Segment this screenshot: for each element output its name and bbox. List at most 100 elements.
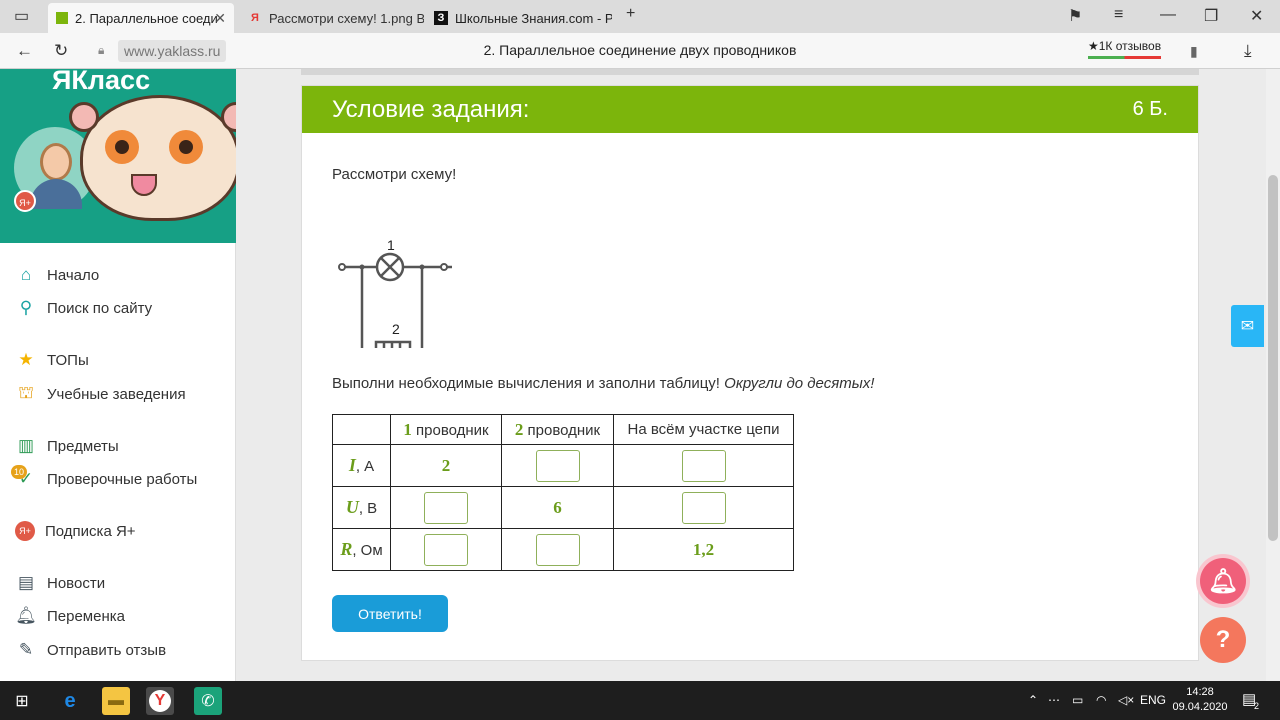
scrollbar-thumb[interactable] <box>1268 175 1278 541</box>
news-icon: ▤ <box>17 573 35 592</box>
task-prompt: Рассмотри схему! <box>332 166 457 183</box>
input-cell <box>390 486 502 529</box>
junction-left-icon <box>359 264 365 270</box>
sidebar-toggle-icon[interactable]: ▭ <box>14 6 29 26</box>
school-icon: ⛫ <box>18 383 34 402</box>
table-header-conductor-2: 2 проводник <box>501 414 614 445</box>
language-indicator[interactable]: ENG <box>1140 693 1166 707</box>
menu-icon[interactable]: ≡ <box>1114 6 1123 24</box>
input-cell <box>501 444 614 487</box>
help-icon[interactable]: ? <box>1200 617 1246 663</box>
close-tab-icon[interactable]: ✕ <box>214 10 226 27</box>
restore-icon[interactable]: ❐ <box>1204 6 1218 26</box>
current-2-input[interactable] <box>535 449 580 482</box>
sidebar-item-subjects[interactable]: ▥ Предметы <box>15 434 119 458</box>
hamster-eye-icon <box>105 130 139 164</box>
table-header-conductor-1: 1 проводник <box>390 414 502 445</box>
sidebar-item-tests[interactable]: ✓ Проверочные работы <box>15 467 197 491</box>
tab-yaklass[interactable]: 2. Параллельное соеди ✕ <box>48 3 234 33</box>
notification-count: 2 <box>1254 701 1260 711</box>
resistance-1-input[interactable] <box>424 533 468 566</box>
tab-yandex[interactable]: Я Рассмотри схему! 1.png Вы <box>240 3 424 33</box>
avatar-head-icon <box>40 143 72 181</box>
circuit-diagram: 1 2 <box>338 237 452 348</box>
windows-taskbar: ⊞ e ▬ Y ✆ ⌃ ⋯ ▭ ◠ ◁× ENG 14:28 09.04.202… <box>0 681 1280 720</box>
network-icon[interactable]: ⋯ <box>1048 693 1060 707</box>
clock[interactable]: 14:28 09.04.2020 <box>1164 685 1236 715</box>
domain-pill[interactable]: www.yaklass.ru <box>118 40 227 62</box>
logo[interactable]: ЯКласс <box>52 69 150 96</box>
task-title: Условие задания: <box>332 95 530 123</box>
value-cell: 2 <box>390 444 502 487</box>
windows-start-icon[interactable]: ⊞ <box>8 687 36 715</box>
input-cell <box>501 528 614 571</box>
reload-icon[interactable]: ↻ <box>54 41 68 61</box>
address-bar: ← ↻ 🔒︎ www.yaklass.ru 2. Параллельное со… <box>0 33 1280 69</box>
yaklass-icon <box>56 12 68 24</box>
table-row: R, Ом 1,2 <box>332 528 794 571</box>
browser-tab-bar: ▭ 2. Параллельное соеди ✕ Я Рассмотри сх… <box>0 0 1280 33</box>
download-icon[interactable]: ⤓ <box>1244 41 1252 61</box>
submit-button[interactable]: Ответить! <box>332 595 448 632</box>
reviews-badge[interactable]: ★1К отзывов <box>1088 39 1162 59</box>
bookmark-icon[interactable]: ▮ <box>1190 43 1198 60</box>
row-label-resistance: R, Ом <box>332 528 391 571</box>
voltage-1-input[interactable] <box>424 491 468 524</box>
label-2: 2 <box>392 321 400 337</box>
sidebar-item-feedback[interactable]: ✎ Отправить отзыв <box>15 638 166 662</box>
value-cell: 6 <box>501 486 614 529</box>
sidebar-item-tops[interactable]: ★ ТОПы <box>15 348 88 372</box>
voltage-total-input[interactable] <box>681 491 726 524</box>
tray-arrow-icon[interactable]: ⌃ <box>1028 693 1038 707</box>
task-header: Условие задания: 6 Б. <box>302 86 1198 133</box>
collections-icon[interactable]: ⚑ <box>1068 6 1082 26</box>
subscription-badge: Я+ <box>14 190 36 212</box>
yandex-browser-icon[interactable]: Y <box>146 687 174 715</box>
sidebar: ЯКласс Я+ ⌂ Начало ⚲ Поиск по сайту ★ ТО… <box>0 69 236 681</box>
file-explorer-icon[interactable]: ▬ <box>102 687 130 715</box>
row-label-current: I, А <box>332 444 391 487</box>
table-row: I, А 2 <box>332 444 794 487</box>
tab-znanija[interactable]: З Школьные Знания.com - Р <box>426 3 612 33</box>
sidebar-item-schools[interactable]: ⛫ Учебные заведения <box>15 382 185 406</box>
close-window-icon[interactable]: ✕ <box>1250 6 1263 26</box>
sidebar-item-subscription[interactable]: Я+ Подписка Я+ <box>15 519 136 543</box>
sidebar-item-news[interactable]: ▤ Новости <box>15 571 105 595</box>
row-label-voltage: U, В <box>332 486 391 529</box>
lock-icon: 🔒︎ <box>98 43 105 57</box>
hamster-tongue-icon <box>131 174 157 196</box>
volume-icon[interactable]: ◁× <box>1118 693 1134 707</box>
terminal-right-icon <box>440 263 448 271</box>
wifi-icon[interactable]: ◠ <box>1096 693 1106 707</box>
previous-card-edge <box>301 69 1199 75</box>
input-cell <box>613 444 794 487</box>
task-instruction: Выполни необходимые вычисления и заполни… <box>332 375 875 392</box>
battery-icon[interactable]: ▭ <box>1072 693 1083 707</box>
avatar-body-icon <box>30 179 82 209</box>
task-card: Условие задания: 6 Б. Рассмотри схему! 1… <box>301 85 1199 661</box>
back-icon[interactable]: ← <box>16 41 33 61</box>
star-icon: ★ <box>18 350 34 369</box>
search-icon: ⚲ <box>19 298 33 317</box>
value-cell: 1,2 <box>613 528 794 571</box>
minimize-icon[interactable]: — <box>1160 6 1176 24</box>
feedback-icon: ✎ <box>18 640 34 659</box>
notifications-bell-icon[interactable]: 🔔︎ <box>1200 558 1246 604</box>
sidebar-item-home[interactable]: ⌂ Начало <box>15 263 99 287</box>
new-tab-button[interactable]: + <box>626 5 635 23</box>
scrollbar[interactable] <box>1266 69 1280 681</box>
current-total-input[interactable] <box>681 449 726 482</box>
table-header-total: На всём участке цепи <box>613 414 794 445</box>
table-row: U, В 6 <box>332 486 794 529</box>
sidebar-item-break[interactable]: 🔔︎ Переменка <box>15 604 125 628</box>
whatsapp-icon[interactable]: ✆ <box>194 687 222 715</box>
calculation-table: 1 проводник 2 проводник На всём участке … <box>332 414 794 571</box>
bell-icon: 🔔︎ <box>15 606 37 625</box>
edge-icon[interactable]: e <box>56 687 84 715</box>
mail-icon[interactable]: ✉ <box>1231 305 1264 347</box>
sidebar-item-search[interactable]: ⚲ Поиск по сайту <box>15 296 152 320</box>
yandex-icon: Я <box>251 12 259 24</box>
page-title-field[interactable]: 2. Параллельное соединение двух проводни… <box>300 42 980 58</box>
sidebar-hero: ЯКласс Я+ <box>0 69 236 243</box>
resistance-2-input[interactable] <box>535 533 580 566</box>
